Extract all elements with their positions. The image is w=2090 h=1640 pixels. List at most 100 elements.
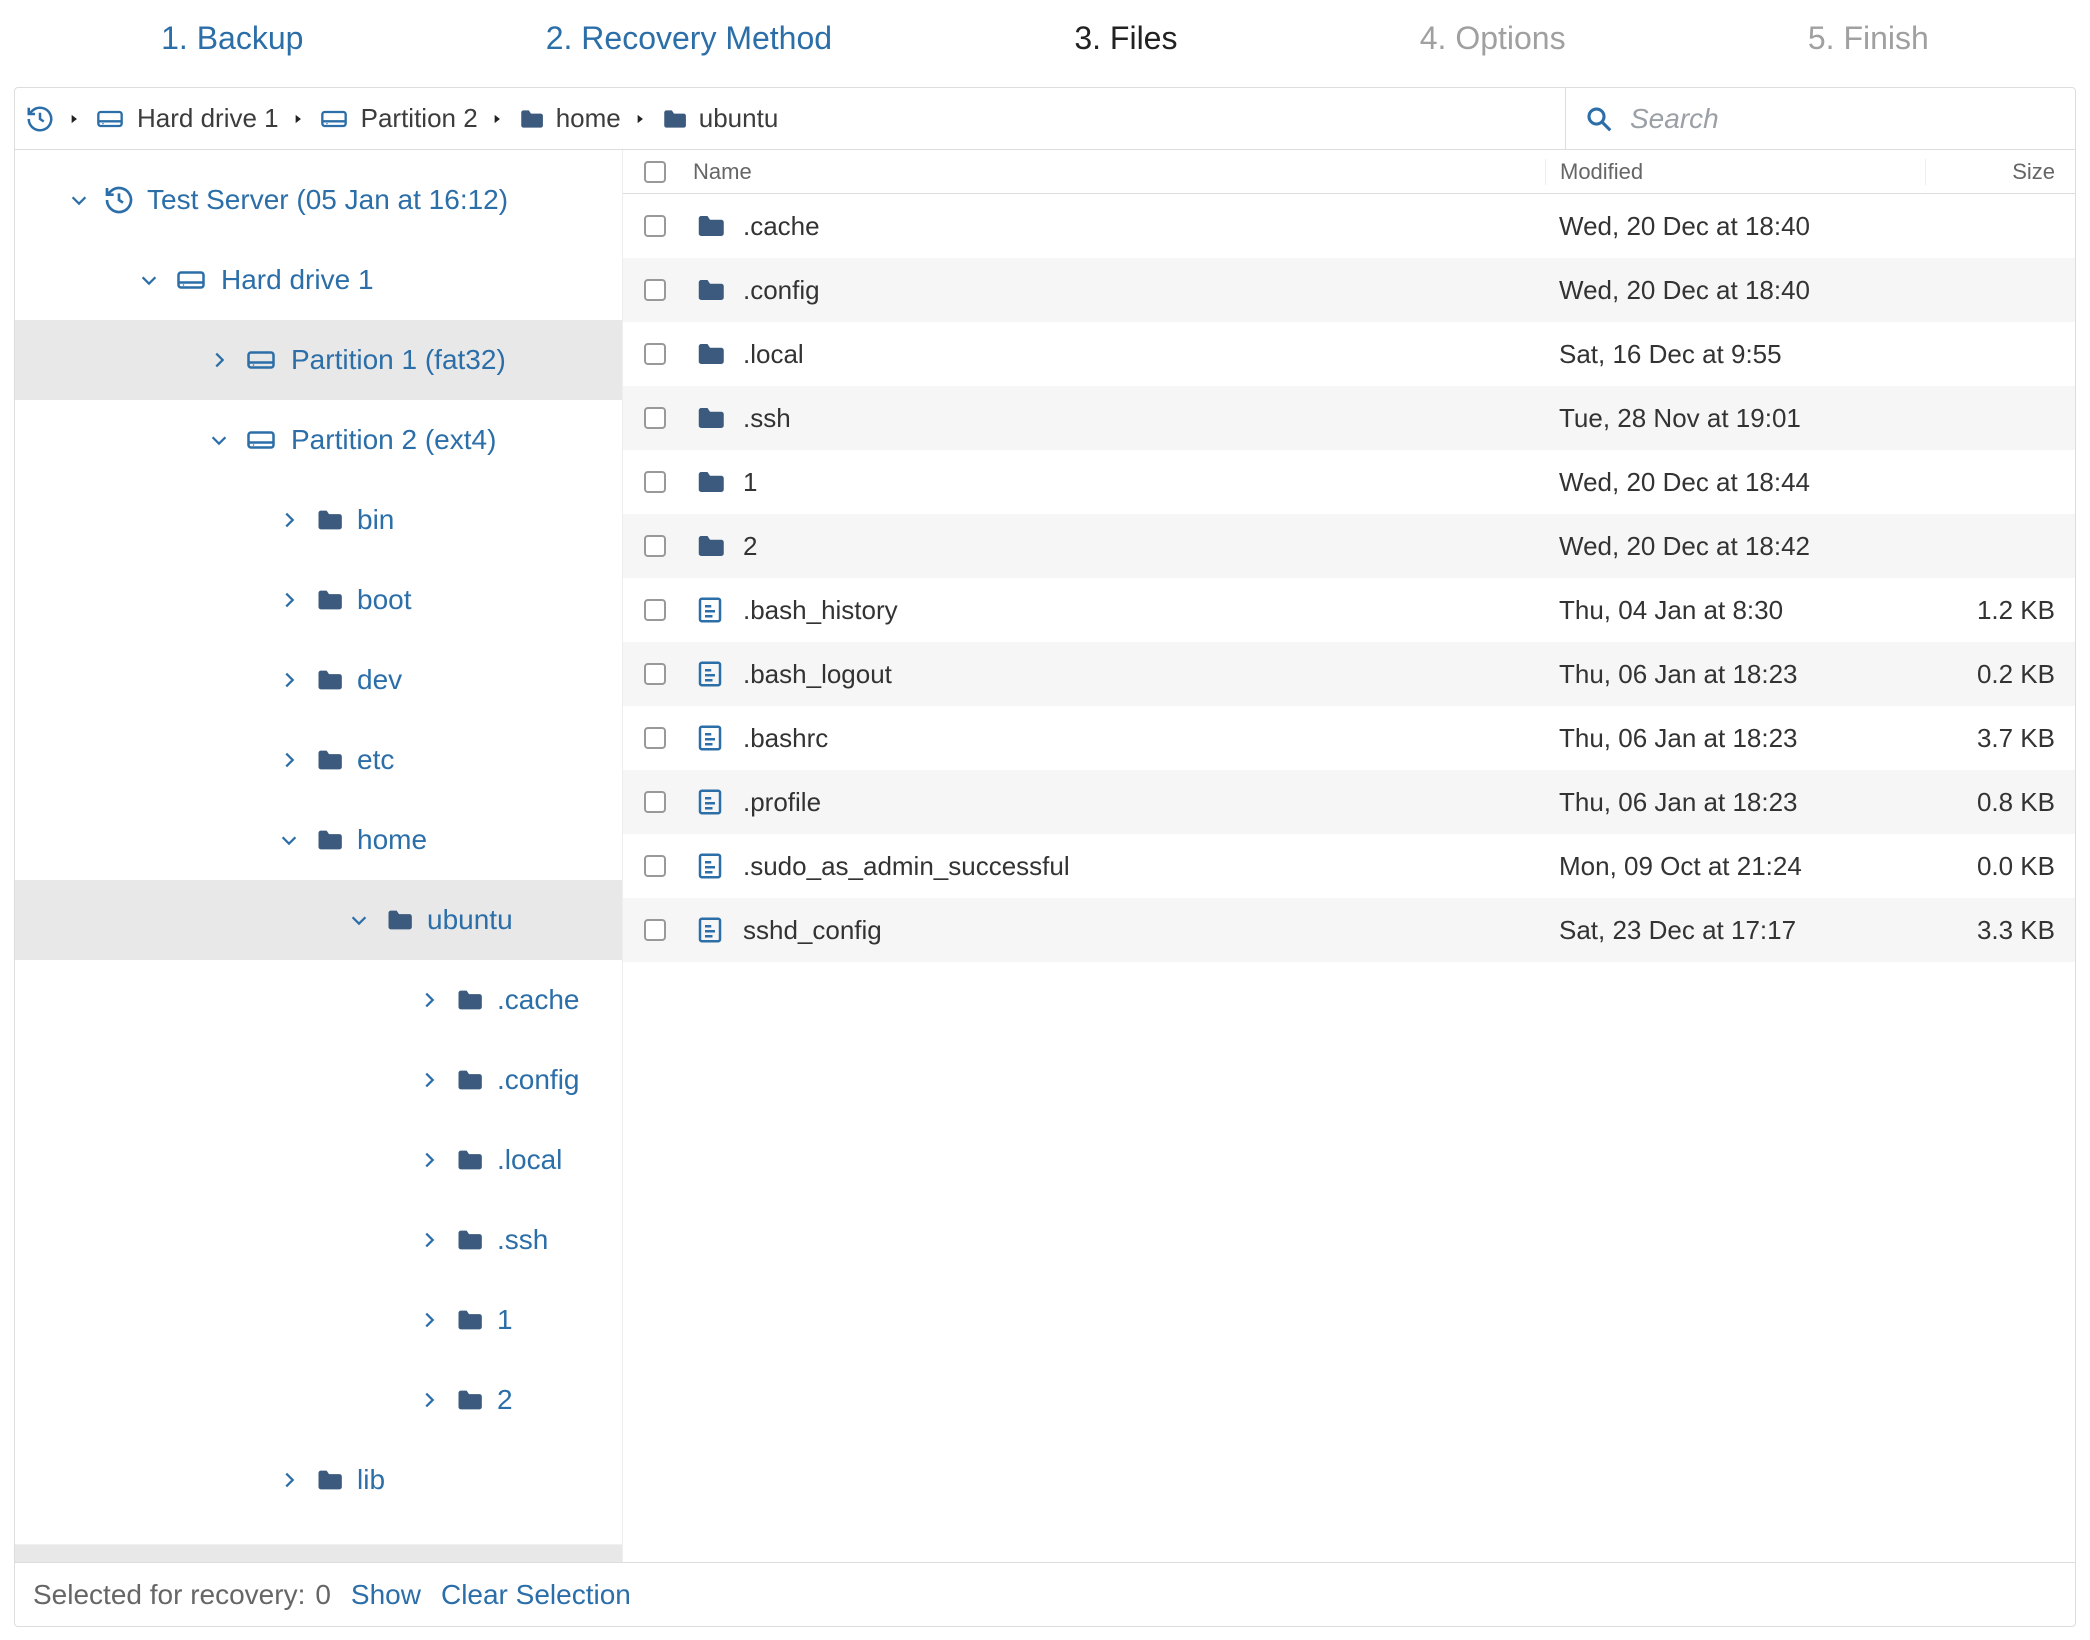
chevron-down-icon[interactable]: [137, 269, 161, 291]
breadcrumb-partition-2[interactable]: Partition 2: [317, 103, 478, 134]
tree-item-dev[interactable]: dev: [15, 640, 622, 720]
column-header-name[interactable]: Name: [685, 159, 1545, 185]
step-recovery-method[interactable]: 2. Recovery Method: [546, 20, 832, 57]
table-row[interactable]: .profileThu, 06 Jan at 18:230.8 KB: [623, 770, 2075, 834]
tree-item-partition-2[interactable]: Partition 2 (ext4): [15, 400, 622, 480]
row-checkbox[interactable]: [644, 727, 666, 749]
file-name: .profile: [743, 787, 821, 818]
chevron-right-icon[interactable]: [277, 509, 301, 531]
tree-item-lib[interactable]: lib: [15, 1440, 622, 1520]
table-row[interactable]: 1Wed, 20 Dec at 18:44: [623, 450, 2075, 514]
row-checkbox[interactable]: [644, 855, 666, 877]
row-checkbox[interactable]: [644, 663, 666, 685]
folder-icon: [313, 1466, 345, 1494]
chevron-right-icon[interactable]: [417, 989, 441, 1011]
chevron-right-icon[interactable]: [207, 349, 231, 371]
folder-icon: [383, 906, 415, 934]
step-files[interactable]: 3. Files: [1074, 20, 1177, 57]
folder-icon: [693, 275, 727, 305]
search-input[interactable]: [1628, 102, 2057, 136]
step-finish: 5. Finish: [1808, 20, 1929, 57]
tree-item-boot[interactable]: boot: [15, 560, 622, 640]
file-size: 0.8 KB: [1925, 787, 2075, 818]
tree-item-label: home: [357, 824, 427, 856]
files-panel: Hard drive 1 Partition 2 home ubuntu: [14, 87, 2076, 1627]
table-row[interactable]: .sshTue, 28 Nov at 19:01: [623, 386, 2075, 450]
table-row[interactable]: .bash_historyThu, 04 Jan at 8:301.2 KB: [623, 578, 2075, 642]
tree-item-hard-drive-1[interactable]: Hard drive 1: [15, 240, 622, 320]
table-row[interactable]: .bash_logoutThu, 06 Jan at 18:230.2 KB: [623, 642, 2075, 706]
select-all-checkbox[interactable]: [644, 161, 666, 183]
chevron-down-icon[interactable]: [207, 429, 231, 451]
tree-item-config[interactable]: .config: [15, 1040, 622, 1120]
folder-icon: [453, 1226, 485, 1254]
table-row[interactable]: .sudo_as_admin_successfulMon, 09 Oct at …: [623, 834, 2075, 898]
chevron-down-icon[interactable]: [347, 909, 371, 931]
file-modified: Wed, 20 Dec at 18:44: [1545, 467, 1925, 498]
row-checkbox[interactable]: [644, 599, 666, 621]
row-checkbox[interactable]: [644, 343, 666, 365]
row-checkbox[interactable]: [644, 791, 666, 813]
row-checkbox[interactable]: [644, 919, 666, 941]
row-checkbox[interactable]: [644, 407, 666, 429]
table-row[interactable]: 2Wed, 20 Dec at 18:42: [623, 514, 2075, 578]
chevron-right-icon[interactable]: [417, 1069, 441, 1091]
chevron-right-icon[interactable]: [417, 1149, 441, 1171]
table-row[interactable]: .configWed, 20 Dec at 18:40: [623, 258, 2075, 322]
file-size: 3.3 KB: [1925, 915, 2075, 946]
file-modified: Sat, 23 Dec at 17:17: [1545, 915, 1925, 946]
folder-tree[interactable]: Test Server (05 Jan at 16:12) Hard drive…: [15, 150, 622, 1544]
chevron-right-icon[interactable]: [277, 589, 301, 611]
table-row[interactable]: .bashrcThu, 06 Jan at 18:233.7 KB: [623, 706, 2075, 770]
search-box[interactable]: [1565, 88, 2075, 149]
breadcrumb-hard-drive-1[interactable]: Hard drive 1: [93, 103, 279, 134]
chevron-right-icon[interactable]: [417, 1309, 441, 1331]
chevron-right-icon[interactable]: [277, 1469, 301, 1491]
folder-icon: [453, 1066, 485, 1094]
show-selected-link[interactable]: Show: [351, 1579, 421, 1611]
table-row[interactable]: sshd_configSat, 23 Dec at 17:173.3 KB: [623, 898, 2075, 962]
chevron-right-icon[interactable]: [417, 1389, 441, 1411]
chevron-down-icon[interactable]: [277, 829, 301, 851]
column-header-modified[interactable]: Modified: [1545, 159, 1925, 185]
footer: Selected for recovery: 0 Show Clear Sele…: [15, 1562, 2075, 1626]
chevron-right-icon[interactable]: [277, 669, 301, 691]
row-checkbox[interactable]: [644, 535, 666, 557]
row-checkbox[interactable]: [644, 279, 666, 301]
breadcrumb-label: Partition 2: [361, 103, 478, 134]
tree-item-2[interactable]: 2: [15, 1360, 622, 1440]
breadcrumb-ubuntu[interactable]: ubuntu: [659, 103, 779, 134]
tree-item-1[interactable]: 1: [15, 1280, 622, 1360]
tree-item-label: 1: [497, 1304, 513, 1336]
tree-item-local[interactable]: .local: [15, 1120, 622, 1200]
table-row[interactable]: .localSat, 16 Dec at 9:55: [623, 322, 2075, 386]
breadcrumb-home[interactable]: home: [516, 103, 621, 134]
tree-item-test-server[interactable]: Test Server (05 Jan at 16:12): [15, 160, 622, 240]
folder-icon: [313, 826, 345, 854]
tree-item-cache[interactable]: .cache: [15, 960, 622, 1040]
file-name: .cache: [743, 211, 820, 242]
tree-item-ssh[interactable]: .ssh: [15, 1200, 622, 1280]
row-checkbox[interactable]: [644, 215, 666, 237]
chevron-right-icon[interactable]: [277, 749, 301, 771]
chevron-down-icon[interactable]: [67, 189, 91, 211]
breadcrumb-root[interactable]: [25, 104, 55, 134]
table-row[interactable]: .cacheWed, 20 Dec at 18:40: [623, 194, 2075, 258]
tree-item-partition-1[interactable]: Partition 1 (fat32): [15, 320, 622, 400]
sidebar-horizontal-scrollbar[interactable]: [15, 1544, 622, 1562]
disk-icon: [93, 105, 127, 133]
breadcrumb-separator-icon: [65, 112, 83, 126]
step-backup[interactable]: 1. Backup: [161, 20, 303, 57]
tree-item-home[interactable]: home: [15, 800, 622, 880]
row-checkbox[interactable]: [644, 471, 666, 493]
file-name: .ssh: [743, 403, 791, 434]
tree-item-etc[interactable]: etc: [15, 720, 622, 800]
tree-item-ubuntu[interactable]: ubuntu: [15, 880, 622, 960]
tree-item-bin[interactable]: bin: [15, 480, 622, 560]
disk-icon: [173, 265, 209, 295]
column-header-size[interactable]: Size: [1925, 159, 2075, 185]
file-icon: [693, 787, 727, 817]
breadcrumb: Hard drive 1 Partition 2 home ubuntu: [15, 88, 1565, 149]
chevron-right-icon[interactable]: [417, 1229, 441, 1251]
clear-selection-link[interactable]: Clear Selection: [441, 1579, 631, 1611]
